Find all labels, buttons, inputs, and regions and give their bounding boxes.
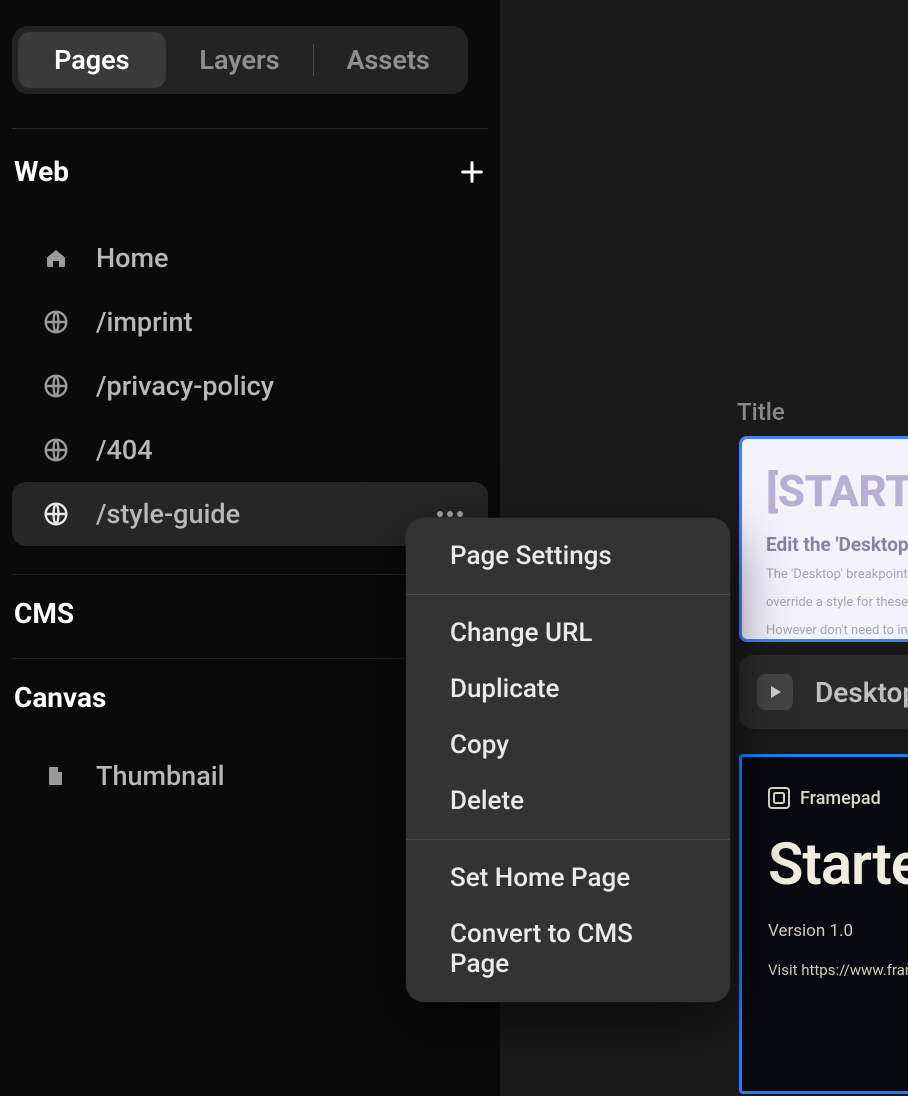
panel-tabs: Pages Layers Assets bbox=[12, 26, 468, 94]
menu-delete[interactable]: Delete bbox=[406, 773, 730, 829]
menu-page-settings[interactable]: Page Settings bbox=[406, 528, 730, 584]
darkcard-version: Version 1.0 bbox=[768, 921, 908, 941]
play-icon bbox=[767, 684, 783, 700]
section-title-web: Web bbox=[14, 155, 69, 188]
darkcard-heading: Starter bbox=[768, 831, 908, 899]
menu-change-url[interactable]: Change URL bbox=[406, 605, 730, 661]
tab-pages[interactable]: Pages bbox=[18, 32, 166, 88]
globe-icon bbox=[42, 372, 70, 400]
page-label: Home bbox=[96, 242, 470, 274]
framepad-logo-icon bbox=[768, 787, 790, 809]
plus-icon bbox=[458, 158, 486, 186]
page-item-imprint[interactable]: /imprint bbox=[12, 290, 488, 354]
canvas-item-label: Thumbnail bbox=[96, 760, 225, 792]
page-item-privacy-policy[interactable]: /privacy-policy bbox=[12, 354, 488, 418]
frame-desktop-preview[interactable]: Framepad Starter Version 1.0 Visit https… bbox=[739, 754, 908, 1094]
home-icon bbox=[42, 244, 70, 272]
file-icon bbox=[42, 762, 70, 790]
page-item-404[interactable]: /404 bbox=[12, 418, 488, 482]
frame-title-label[interactable]: Title bbox=[737, 398, 785, 426]
brand-row: Framepad bbox=[768, 787, 908, 809]
tab-assets[interactable]: Assets bbox=[314, 32, 462, 88]
preview-subheading: Edit the 'Desktop' b bbox=[766, 533, 908, 556]
darkcard-visit: Visit https://www.framepad.co/st bbox=[768, 961, 908, 979]
breakpoint-chip-desktop[interactable]: Desktop bbox=[739, 655, 908, 729]
preview-body-line: override a style for these smaller bbox=[766, 594, 908, 612]
add-page-button[interactable] bbox=[458, 158, 486, 186]
menu-copy[interactable]: Copy bbox=[406, 717, 730, 773]
section-header-web: Web bbox=[12, 155, 488, 188]
preview-body-line: However don't need to interact w bbox=[766, 622, 908, 640]
globe-icon bbox=[42, 436, 70, 464]
tab-layers[interactable]: Layers bbox=[166, 32, 314, 88]
preview-body-line: The 'Desktop' breakpoint is where bbox=[766, 566, 908, 584]
globe-icon bbox=[42, 308, 70, 336]
menu-convert-cms[interactable]: Convert to CMS Page bbox=[406, 906, 730, 992]
preview-heading: [START H bbox=[766, 465, 908, 517]
page-label: /privacy-policy bbox=[96, 370, 470, 402]
play-button[interactable] bbox=[757, 674, 793, 710]
menu-duplicate[interactable]: Duplicate bbox=[406, 661, 730, 717]
globe-icon bbox=[42, 500, 70, 528]
page-label: /404 bbox=[96, 434, 470, 466]
page-label: /imprint bbox=[96, 306, 470, 338]
page-list: Home /imprint /privacy-policy /404 /styl bbox=[12, 226, 488, 546]
more-icon bbox=[435, 510, 465, 518]
brand-name: Framepad bbox=[800, 788, 881, 809]
menu-set-home-page[interactable]: Set Home Page bbox=[406, 850, 730, 906]
page-label: /style-guide bbox=[96, 498, 404, 530]
divider bbox=[12, 128, 488, 129]
frame-title-preview[interactable]: [START H Edit the 'Desktop' b The 'Deskt… bbox=[739, 436, 908, 642]
page-context-menu: Page Settings Change URL Duplicate Copy … bbox=[406, 518, 730, 1002]
breakpoint-label: Desktop bbox=[815, 676, 908, 709]
sidebar: Pages Layers Assets Web Home /imprint bbox=[0, 0, 500, 1096]
page-item-home[interactable]: Home bbox=[12, 226, 488, 290]
